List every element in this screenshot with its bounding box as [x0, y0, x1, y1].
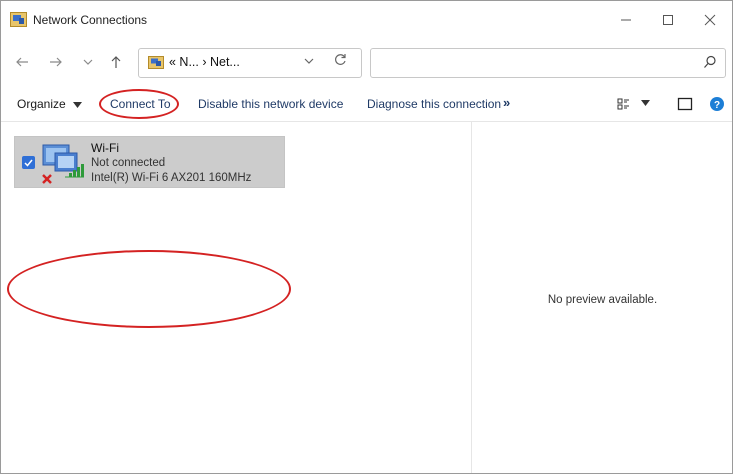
up-button[interactable] — [105, 51, 127, 73]
network-folder-icon — [10, 12, 27, 27]
item-checkbox[interactable] — [22, 156, 35, 169]
connection-status: Not connected — [91, 157, 166, 169]
annotation-circle-wifi — [7, 250, 291, 328]
forward-button[interactable] — [45, 51, 67, 73]
network-connections-window: Network Connections « N... › Net... Orga… — [0, 0, 733, 474]
search-icon — [704, 55, 716, 68]
checkmark-icon — [24, 159, 33, 167]
address-dropdown-icon[interactable] — [304, 55, 314, 69]
wifi-adapter-icon — [42, 144, 84, 184]
change-view-icon[interactable] — [616, 96, 632, 112]
title-bar: Network Connections — [1, 1, 732, 39]
search-input[interactable] — [370, 48, 726, 78]
diagnose-connection-button[interactable]: Diagnose this connection — [367, 97, 501, 111]
connection-item-wifi[interactable]: Wi-Fi Not connected Intel(R) Wi-Fi 6 AX2… — [14, 136, 285, 188]
chevron-down-icon — [83, 59, 93, 65]
help-icon[interactable]: ? — [709, 96, 725, 112]
network-folder-icon — [148, 56, 164, 69]
caret-down-icon — [73, 102, 83, 108]
forward-arrow-icon — [50, 57, 62, 67]
preview-pane-icon[interactable] — [677, 96, 693, 112]
preview-message: No preview available. — [547, 294, 658, 306]
disconnected-x-icon — [42, 174, 52, 184]
connection-name: Wi-Fi — [91, 141, 119, 155]
back-arrow-icon — [16, 57, 28, 67]
back-button[interactable] — [11, 51, 33, 73]
recent-locations-button[interactable] — [77, 51, 99, 73]
svg-text:?: ? — [714, 100, 720, 111]
minimize-icon — [621, 19, 631, 21]
maximize-button[interactable] — [647, 1, 689, 39]
close-button[interactable] — [689, 1, 731, 39]
organize-menu[interactable]: Organize — [17, 97, 83, 111]
up-arrow-icon — [111, 56, 121, 68]
disable-device-button[interactable]: Disable this network device — [198, 97, 343, 111]
more-commands-button[interactable]: » — [503, 95, 510, 110]
minimize-button[interactable] — [605, 1, 647, 39]
address-bar[interactable]: « N... › Net... — [138, 48, 362, 78]
connection-device: Intel(R) Wi-Fi 6 AX201 160MHz — [91, 172, 252, 184]
refresh-icon[interactable] — [334, 53, 347, 69]
annotation-circle-connect-to — [99, 89, 179, 119]
maximize-icon — [663, 15, 673, 25]
close-icon — [704, 14, 716, 26]
content-area: Wi-Fi Not connected Intel(R) Wi-Fi 6 AX2… — [1, 122, 732, 473]
preview-pane: No preview available. — [471, 122, 732, 473]
window-title: Network Connections — [33, 13, 148, 27]
navigation-bar: « N... › Net... — [1, 45, 732, 81]
connections-list: Wi-Fi Not connected Intel(R) Wi-Fi 6 AX2… — [1, 122, 471, 473]
view-dropdown-icon[interactable] — [641, 100, 650, 106]
organize-label: Organize — [17, 97, 66, 111]
address-path[interactable]: « N... › Net... — [169, 55, 240, 69]
